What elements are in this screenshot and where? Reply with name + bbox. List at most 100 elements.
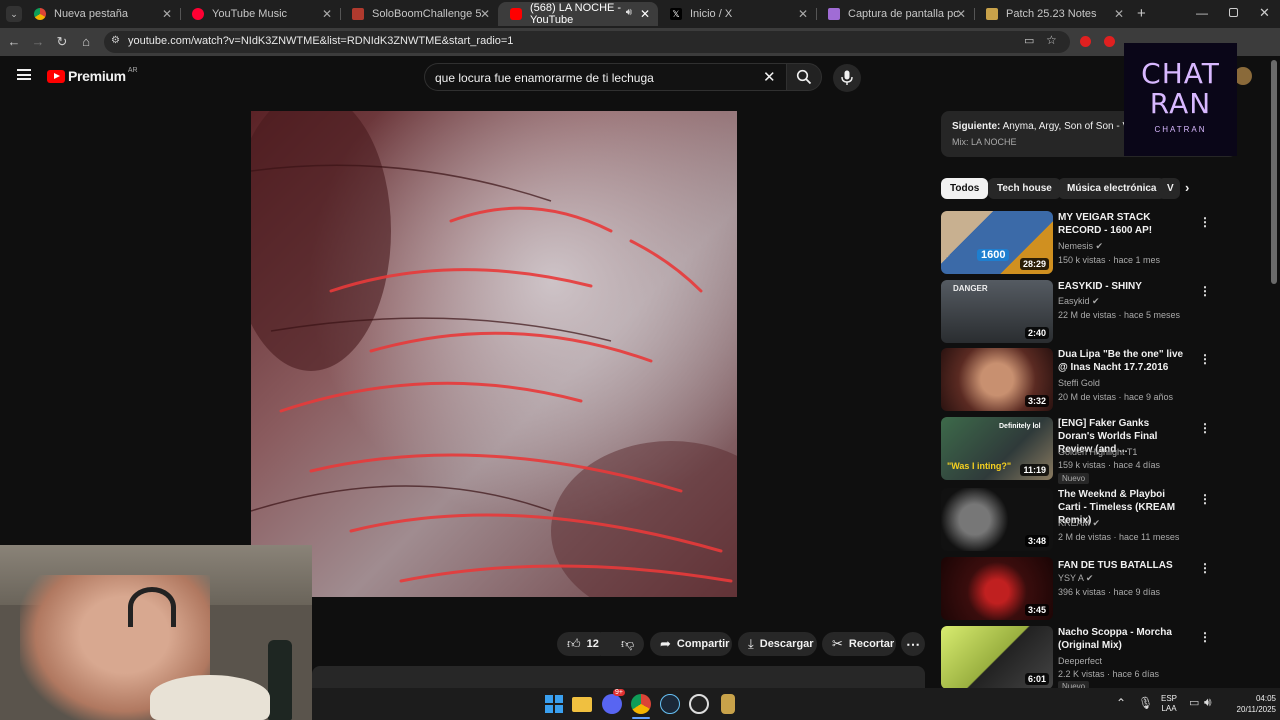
chip-tech-house[interactable]: Tech house xyxy=(988,178,1061,199)
tab-lightshot[interactable]: Captura de pantalla por Lightsh ✕ xyxy=(816,2,974,26)
next-up-title: Anyma, Argy, Son of Son - Voic xyxy=(1002,121,1142,132)
home-icon[interactable]: ⌂ xyxy=(78,34,94,50)
tab-search-button[interactable]: ⌄ xyxy=(6,6,22,22)
close-icon[interactable]: ✕ xyxy=(322,7,332,21)
cast-icon[interactable]: ▭ xyxy=(1024,34,1034,47)
recommendation-item[interactable]: 3:45 FAN DE TUS BATALLAS YSY A ✔︎ 396 k … xyxy=(941,557,1213,621)
channel-name[interactable]: Nemesis ✔︎ xyxy=(1058,241,1103,252)
clip-button[interactable]: ✂ Recortar xyxy=(822,632,896,656)
league-client-icon[interactable] xyxy=(721,694,735,714)
close-icon[interactable]: ✕ xyxy=(640,7,650,21)
chip-musica-electronica[interactable]: Música electrónica xyxy=(1058,178,1166,199)
video-thumbnail[interactable]: Definitely lol "Was I inting?" 11:19 xyxy=(941,417,1053,480)
more-vert-icon[interactable]: ⋮ xyxy=(1199,421,1211,435)
more-vert-icon[interactable]: ⋮ xyxy=(1199,352,1211,366)
windows-start-icon[interactable] xyxy=(544,694,564,714)
video-thumbnail[interactable]: 3:32 xyxy=(941,348,1053,411)
dislike-button[interactable]: 👎︎ xyxy=(611,632,644,656)
description-box[interactable] xyxy=(312,666,925,688)
video-player[interactable] xyxy=(251,111,737,597)
download-icon: ⤓ xyxy=(748,636,754,651)
file-explorer-icon[interactable] xyxy=(572,697,592,712)
chips-next-chevron-icon[interactable]: › xyxy=(1185,180,1189,195)
channel-name[interactable]: Deeperfect xyxy=(1058,656,1102,666)
more-vert-icon[interactable]: ⋮ xyxy=(1199,630,1211,644)
more-vert-icon[interactable]: ⋮ xyxy=(1199,561,1211,575)
obs-icon[interactable] xyxy=(689,694,709,714)
video-thumbnail[interactable]: 3:48 xyxy=(941,488,1053,551)
search-button[interactable] xyxy=(786,63,822,91)
share-button[interactable]: ➦ Compartir xyxy=(650,632,732,656)
more-vert-icon[interactable]: ⋮ xyxy=(1199,215,1211,229)
recommendation-item[interactable]: 6:01 Nacho Scoppa - Morcha (Original Mix… xyxy=(941,626,1213,692)
chip-todos[interactable]: Todos xyxy=(941,178,989,199)
recommendation-item[interactable]: Definitely lol "Was I inting?" 11:19 [EN… xyxy=(941,417,1213,484)
close-icon[interactable]: ✕ xyxy=(1114,7,1124,21)
more-actions-button[interactable]: ⋯ xyxy=(901,632,925,656)
language-indicator[interactable]: ESP LAA xyxy=(1161,694,1177,714)
tab-patch-notes[interactable]: Patch 25.23 Notes ✕ xyxy=(974,2,1132,26)
duration-badge: 6:01 xyxy=(1024,673,1049,685)
extension-record-icon[interactable] xyxy=(1104,36,1115,47)
network-icon[interactable]: ▭ xyxy=(1189,696,1199,709)
video-title[interactable]: Nacho Scoppa - Morcha (Original Mix) xyxy=(1058,626,1186,652)
new-tab-button[interactable]: + xyxy=(1137,5,1146,22)
chrome-icon[interactable] xyxy=(631,694,651,714)
speaker-icon[interactable]: 🔊︎ xyxy=(626,7,632,18)
channel-name[interactable]: Easykid ✔︎ xyxy=(1058,296,1100,307)
channel-name[interactable]: YSY A ✔︎ xyxy=(1058,573,1093,584)
tab-nueva-pestana[interactable]: Nueva pestaña ✕ xyxy=(22,2,180,26)
search-input[interactable]: que locura fue enamorarme de ti lechuga … xyxy=(424,63,787,91)
tab-la-noche-youtube[interactable]: (568) LA NOCHE - YouTube 🔊︎ ✕ xyxy=(498,2,658,26)
tab-youtube-music[interactable]: YouTube Music ✕ xyxy=(180,2,340,26)
volume-icon[interactable]: 🔊︎ xyxy=(1204,695,1212,710)
back-icon[interactable]: ← xyxy=(6,34,22,50)
download-button[interactable]: ⤓ Descargar xyxy=(738,632,817,656)
extension-red-icon[interactable] xyxy=(1080,36,1091,47)
close-icon[interactable]: ✕ xyxy=(480,7,490,21)
video-thumbnail[interactable]: 6:01 xyxy=(941,626,1053,689)
close-window-button[interactable]: ✕ xyxy=(1259,5,1270,21)
microphone-tray-icon[interactable]: 🎙︎ xyxy=(1138,696,1153,710)
tab-inicio-x[interactable]: 𝕏 Inicio / X ✕ xyxy=(658,2,816,26)
page-scrollbar[interactable] xyxy=(1271,60,1277,284)
show-hidden-icons-chevron[interactable]: ⌃ xyxy=(1116,696,1126,710)
video-title[interactable]: Dua Lipa "Be the one" live @ Inas Nacht … xyxy=(1058,348,1186,374)
reload-icon[interactable]: ↻ xyxy=(54,34,70,50)
chip-partial[interactable]: V xyxy=(1158,178,1180,199)
recommendation-item[interactable]: 3:48 The Weeknd & Playboi Carti - Timele… xyxy=(941,488,1213,552)
recommendation-item[interactable]: 1600 28:29 MY VEIGAR STACK RECORD - 1600… xyxy=(941,211,1213,275)
recommendation-item[interactable]: 3:32 Dua Lipa "Be the one" live @ Inas N… xyxy=(941,348,1213,412)
video-thumbnail[interactable]: DANGER 2:40 xyxy=(941,280,1053,343)
steam-icon[interactable] xyxy=(660,694,680,714)
hamburger-menu-icon[interactable] xyxy=(17,69,31,80)
channel-name[interactable]: KREAM ✔︎ xyxy=(1058,518,1100,529)
forward-icon[interactable]: → xyxy=(30,34,46,50)
address-bar[interactable]: ⚙ youtube.com/watch?v=NIdK3ZNWTME&list=R… xyxy=(104,31,1070,53)
close-icon[interactable]: ✕ xyxy=(798,7,808,21)
close-icon[interactable]: ✕ xyxy=(162,7,172,21)
video-thumbnail[interactable]: 3:45 xyxy=(941,557,1053,620)
discord-icon[interactable]: 9+ xyxy=(602,689,625,714)
video-title[interactable]: FAN DE TUS BATALLAS xyxy=(1058,559,1186,572)
channel-name[interactable]: Steffi Gold xyxy=(1058,378,1100,388)
close-icon[interactable]: ✕ xyxy=(956,7,966,21)
clear-search-icon[interactable]: ✕ xyxy=(763,68,776,86)
minimize-button[interactable]: — xyxy=(1196,6,1208,20)
channel-name[interactable]: Golden Highlight T1 xyxy=(1058,447,1137,457)
video-thumbnail[interactable]: 1600 28:29 xyxy=(941,211,1053,274)
more-vert-icon[interactable]: ⋮ xyxy=(1199,284,1211,298)
tab-label: SoloBoomChallenge 5 xyxy=(372,8,482,20)
clock[interactable]: 04:05 20/11/2025 xyxy=(1218,693,1276,715)
maximize-button[interactable] xyxy=(1229,8,1238,17)
site-info-icon[interactable]: ⚙ xyxy=(111,35,120,46)
share-label: Compartir xyxy=(676,638,730,650)
video-title[interactable]: EASYKID - SHINY xyxy=(1058,280,1186,293)
tab-soloboomchallenge[interactable]: SoloBoomChallenge 5 ✕ xyxy=(340,2,498,26)
video-title[interactable]: MY VEIGAR STACK RECORD - 1600 AP! xyxy=(1058,211,1186,237)
youtube-logo[interactable]: Premium AR xyxy=(47,67,138,84)
recommendation-item[interactable]: DANGER 2:40 EASYKID - SHINY Easykid ✔︎ 2… xyxy=(941,280,1213,344)
bookmark-star-icon[interactable]: ☆ xyxy=(1046,33,1057,47)
voice-search-button[interactable] xyxy=(833,64,861,92)
more-vert-icon[interactable]: ⋮ xyxy=(1199,492,1211,506)
